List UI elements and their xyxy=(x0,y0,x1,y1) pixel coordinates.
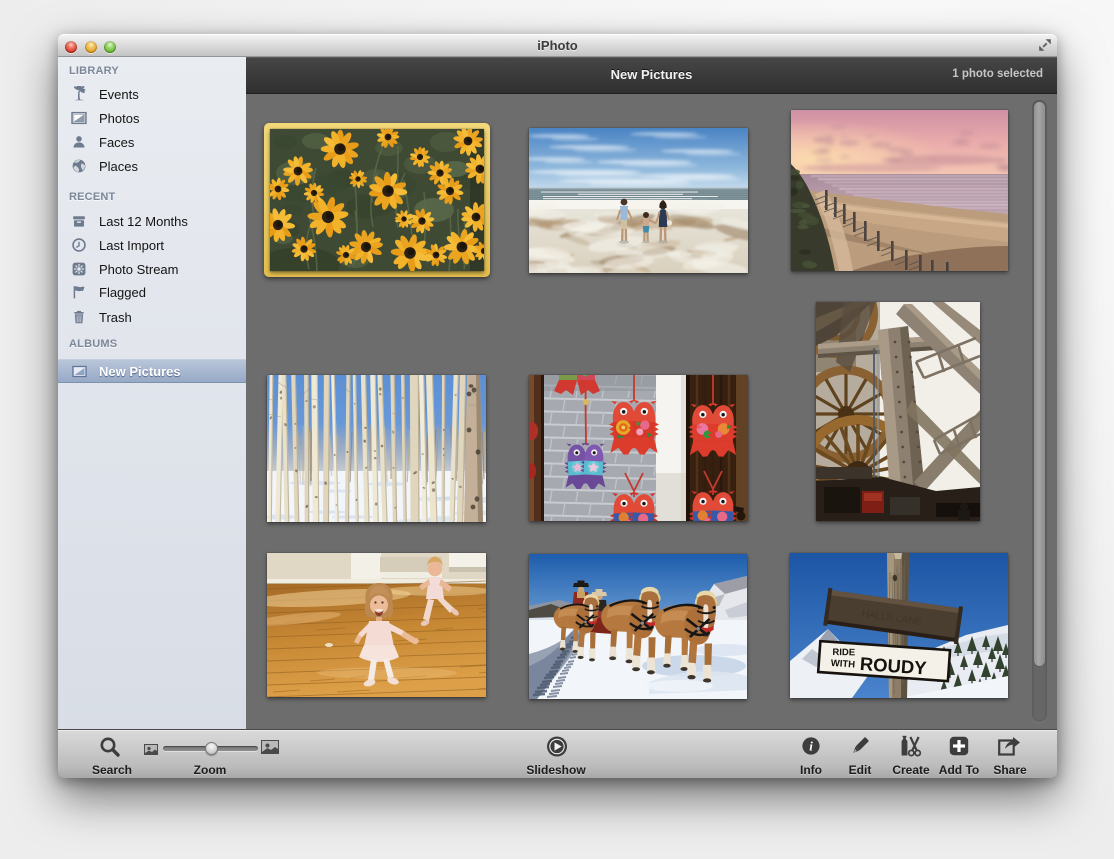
svg-text:WITH: WITH xyxy=(830,658,855,671)
svg-text:i: i xyxy=(809,739,813,754)
svg-text:RIDE: RIDE xyxy=(832,647,855,658)
